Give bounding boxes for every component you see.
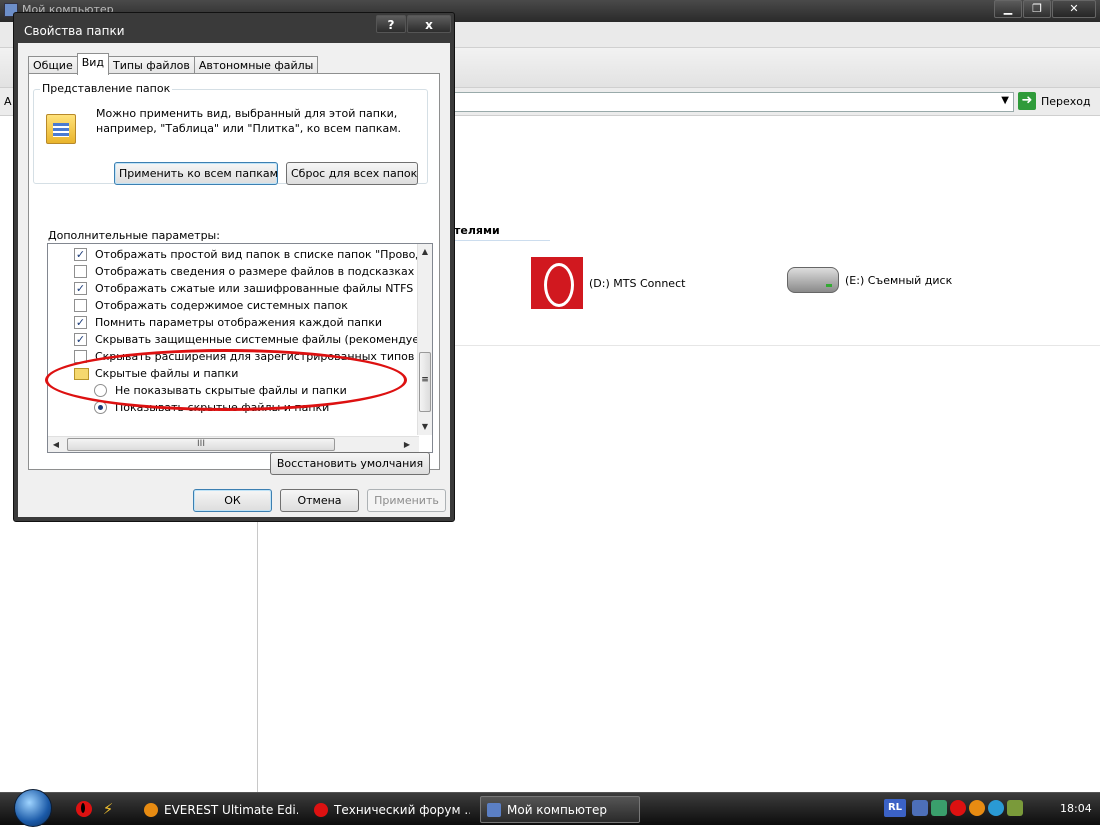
arrow-right-icon: ➜ — [1018, 92, 1036, 110]
drive-e[interactable]: (E:) Съемный диск — [787, 267, 952, 293]
go-button[interactable]: ➜ Переход — [1018, 92, 1091, 110]
task-my-computer[interactable]: Мой компьютер — [480, 796, 640, 823]
task-label: Технический форум ... — [334, 802, 470, 817]
option-row[interactable]: Отображать содержимое системных папок — [48, 297, 420, 314]
address-label: А — [4, 95, 12, 108]
cancel-button[interactable]: Отмена — [280, 489, 359, 512]
option-label: Скрывать защищенные системные файлы (рек… — [95, 333, 420, 346]
drive-d-label: (D:) MTS Connect — [589, 276, 686, 290]
folder-views-description: Можно применить вид, выбранный для этой … — [96, 107, 402, 135]
flashget-quicklaunch-icon[interactable]: ⚡ — [100, 801, 116, 817]
option-label: Помнить параметры отображения каждой пап… — [95, 316, 383, 329]
checkbox[interactable] — [74, 299, 87, 312]
chevron-down-icon[interactable]: ▼ — [1001, 95, 1009, 106]
option-label: Отображать содержимое системных папок — [95, 299, 348, 312]
option-label: Отображать сжатые или зашифрованные файл… — [95, 282, 420, 295]
option-row[interactable]: ✓ Отображать сжатые или зашифрованные фа… — [48, 280, 420, 297]
checkbox[interactable] — [74, 265, 87, 278]
checkbox[interactable]: ✓ — [74, 282, 87, 295]
option-label: Скрывать расширения для зарегистрированн… — [95, 350, 420, 363]
task-everest[interactable]: EVEREST Ultimate Edi... — [138, 796, 298, 823]
radio-label: Не показывать скрытые файлы и папки — [115, 384, 347, 397]
tab-view[interactable]: Вид — [76, 53, 110, 75]
start-button[interactable] — [14, 789, 52, 827]
option-row[interactable]: ✓ Скрывать защищенные системные файлы (р… — [48, 331, 420, 348]
apply-button[interactable]: Применить — [367, 489, 446, 512]
computer-icon — [487, 802, 501, 817]
task-label: Мой компьютер — [507, 802, 607, 817]
drive-e-label: (E:) Съемный диск — [845, 273, 953, 287]
opera-icon — [314, 802, 328, 817]
everest-tray-icon[interactable] — [969, 800, 985, 816]
option-label: Отображать простой вид папок в списке па… — [95, 248, 420, 261]
removable-disk-icon — [787, 267, 839, 293]
folder-options-dialog: Свойства папки ? x Общие Вид Типы файлов… — [13, 12, 455, 522]
folder-view-icon — [46, 114, 76, 144]
vertical-scroll-thumb[interactable]: ≡ — [419, 352, 431, 412]
option-row[interactable]: ✓ Отображать простой вид папок в списке … — [48, 246, 420, 263]
folder-views-heading: Представление папок — [40, 82, 173, 95]
vertical-scrollbar[interactable]: ▲ ≡ ▼ — [417, 244, 432, 435]
language-indicator[interactable]: RL — [884, 799, 906, 817]
checkbox[interactable]: ✓ — [74, 333, 87, 346]
horizontal-scroll-thumb[interactable]: III — [67, 438, 335, 451]
reset-all-folders-button[interactable]: Сброс для всех папок — [286, 162, 418, 185]
scroll-up-icon[interactable]: ▲ — [418, 245, 432, 259]
taskbar: ⚡ EVEREST Ultimate Edi... Технический фо… — [0, 789, 1100, 827]
dialog-title: Свойства папки — [24, 24, 125, 38]
tab-strip: Общие Вид Типы файлов Автономные файлы — [28, 53, 319, 75]
section-title: телями — [454, 224, 500, 237]
advanced-settings-label: Дополнительные параметры: — [48, 229, 220, 242]
opera-tray-icon[interactable] — [950, 800, 966, 816]
radio-button[interactable] — [94, 384, 107, 397]
network-icon[interactable] — [912, 800, 928, 816]
checkbox[interactable]: ✓ — [74, 316, 87, 329]
scroll-right-icon[interactable]: ▶ — [400, 438, 414, 452]
minimize-button[interactable]: ▁ — [994, 0, 1022, 18]
radio-label: Показывать скрытые файлы и папки — [115, 401, 330, 414]
horizontal-scrollbar[interactable]: ◀ III ▶ — [48, 436, 419, 452]
scroll-down-icon[interactable]: ▼ — [418, 420, 432, 434]
everest-icon — [144, 802, 158, 817]
sync-icon[interactable] — [931, 800, 947, 816]
radio-row[interactable]: Показывать скрытые файлы и папки — [48, 399, 420, 416]
vertical-grip: ≡ — [421, 375, 429, 385]
checkbox[interactable] — [74, 350, 87, 363]
task-forum[interactable]: Технический форум ... — [308, 796, 470, 823]
radio-button[interactable] — [94, 401, 107, 414]
checkbox[interactable]: ✓ — [74, 248, 87, 261]
clock[interactable]: 18:04 — [1060, 802, 1092, 815]
folder-icon — [74, 367, 89, 380]
go-label: Переход — [1041, 94, 1091, 108]
driver-tray-icon[interactable] — [1007, 800, 1023, 816]
dialog-client: Общие Вид Типы файлов Автономные файлы П… — [18, 43, 450, 517]
restore-defaults-button[interactable]: Восстановить умолчания — [270, 452, 430, 475]
apply-to-all-folders-button[interactable]: Применить ко всем папкам — [114, 162, 278, 185]
opera-quicklaunch-icon[interactable] — [76, 801, 92, 817]
ok-button[interactable]: ОК — [193, 489, 272, 512]
help-button[interactable]: ? — [376, 15, 406, 33]
option-row[interactable]: ✓ Помнить параметры отображения каждой п… — [48, 314, 420, 331]
maximize-button[interactable]: ❐ — [1023, 0, 1051, 18]
explorer-close-button[interactable]: ✕ — [1052, 0, 1096, 18]
content-divider — [454, 345, 1100, 346]
scroll-left-icon[interactable]: ◀ — [49, 438, 63, 452]
option-row[interactable]: Скрывать расширения для зарегистрированн… — [48, 348, 420, 365]
system-tray: RL — [884, 799, 1026, 817]
option-label: Отображать сведения о размере файлов в п… — [95, 265, 420, 278]
advanced-settings-list[interactable]: ✓ Отображать простой вид папок в списке … — [47, 243, 433, 453]
dialog-close-button[interactable]: x — [407, 15, 451, 33]
option-row[interactable]: Отображать сведения о размере файлов в п… — [48, 263, 420, 280]
section-divider — [454, 240, 550, 241]
hidden-files-folder-row: Скрытые файлы и папки — [48, 365, 420, 382]
browser-tray-icon[interactable] — [988, 800, 1004, 816]
drive-d[interactable]: (D:) MTS Connect — [531, 257, 685, 309]
mts-connect-icon — [531, 257, 583, 309]
radio-row[interactable]: Не показывать скрытые файлы и папки — [48, 382, 420, 399]
hidden-files-folder-label: Скрытые файлы и папки — [95, 367, 239, 380]
task-label: EVEREST Ultimate Edi... — [164, 802, 298, 817]
